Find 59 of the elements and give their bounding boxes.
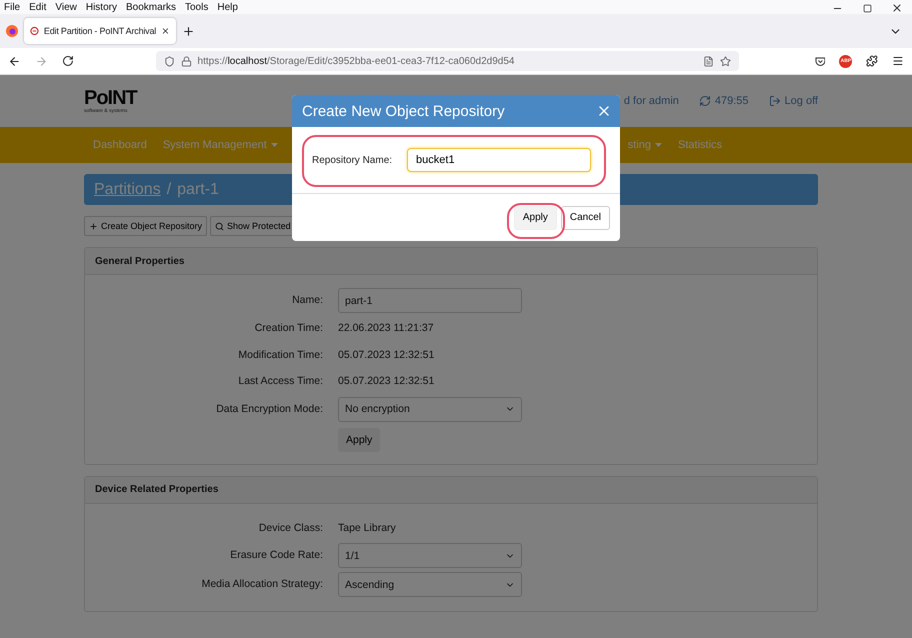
bookmark-star-icon[interactable]: [720, 56, 731, 66]
breadcrumb-current: part-1: [177, 180, 219, 198]
reload-icon[interactable]: [62, 55, 74, 67]
pocket-icon[interactable]: [814, 56, 826, 66]
field-label: Erasure Code Rate:: [229, 548, 323, 564]
favicon-icon: [30, 26, 39, 36]
field-label: Media Allocation Strategy:: [200, 577, 323, 592]
field-label: Name:: [291, 293, 323, 308]
refresh-icon[interactable]: [698, 95, 711, 107]
logout-icon[interactable]: [768, 95, 781, 107]
cancel-button[interactable]: Cancel: [560, 206, 610, 230]
browser-tab[interactable]: Edit Partition - PoINT Archival: [24, 18, 176, 44]
maximize-icon[interactable]: [862, 4, 872, 12]
browser-logo-icon[interactable]: [6, 25, 18, 37]
plus-icon: [89, 222, 98, 230]
select-field[interactable]: 1/1: [338, 543, 522, 568]
search-icon: [215, 222, 224, 230]
session-timer: 479:55: [714, 95, 749, 107]
field-value: 22.06.2023 11:21:37: [338, 322, 435, 334]
user-text: d for admin: [624, 95, 679, 107]
select-field[interactable]: Ascending: [338, 572, 522, 597]
breadcrumb-separator: /: [166, 180, 172, 198]
field-label: Last Access Time:: [237, 374, 323, 389]
field-label: Modification Time:: [237, 348, 323, 362]
panel-title: Device Related Properties: [85, 476, 817, 504]
reader-icon[interactable]: [702, 56, 714, 66]
back-icon[interactable]: [8, 54, 21, 68]
field-value: 05.07.2023 12:32:51: [338, 348, 436, 361]
menu-icon[interactable]: [892, 55, 904, 67]
new-tab-icon[interactable]: [182, 24, 195, 38]
repository-name-field[interactable]: bucket1: [407, 148, 592, 172]
field-label: Creation Time:: [254, 321, 323, 336]
menu-item[interactable]: View: [55, 2, 77, 12]
panel-title: General Properties: [85, 248, 817, 275]
field-label: Device Class:: [258, 520, 323, 536]
field-label: Data Encryption Mode:: [215, 402, 323, 417]
select-field[interactable]: No encryption: [338, 396, 522, 422]
logout-link[interactable]: Log off: [784, 95, 818, 107]
lock-icon: [180, 56, 192, 66]
field-label: Repository Name:: [312, 154, 392, 166]
extensions-icon[interactable]: [866, 55, 878, 67]
close-icon[interactable]: [891, 2, 903, 14]
menu-item[interactable]: Edit: [29, 2, 46, 12]
apply-button[interactable]: Apply: [514, 206, 557, 230]
tab-title: Edit Partition - PoINT Archival: [44, 26, 156, 36]
menu-item[interactable]: Bookmarks: [126, 2, 176, 12]
input-field[interactable]: part-1: [338, 288, 522, 313]
shield-icon: [164, 56, 175, 66]
apply-button[interactable]: Apply: [338, 428, 380, 452]
dialog-title: Create New Object Repository: [302, 102, 505, 120]
field-value: Tape Library: [338, 522, 397, 534]
menu-item[interactable]: File: [4, 2, 20, 12]
close-icon[interactable]: [161, 26, 170, 36]
toolbar-button[interactable]: Create Object Repository: [84, 216, 208, 236]
menu-item[interactable]: History: [86, 2, 117, 12]
url-field[interactable]: https://localhost/Storage/Edit/c3952bba-ee01-cea3-7f12-ca060d2d9d54: [156, 51, 739, 71]
menu-item[interactable]: Tools: [185, 2, 208, 12]
menu-item[interactable]: Help: [217, 2, 238, 12]
field-value: 05.07.2023 12:32:51: [338, 375, 436, 388]
